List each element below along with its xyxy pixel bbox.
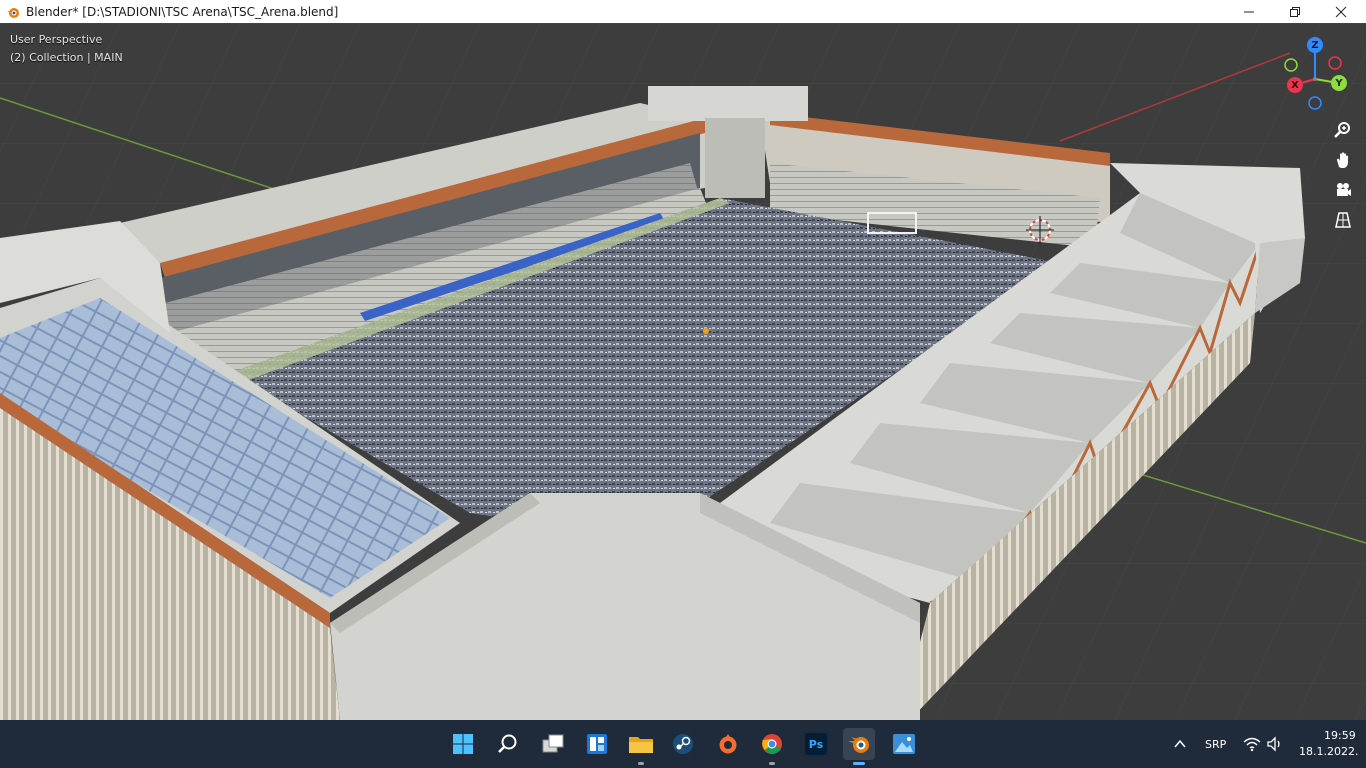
minimize-button[interactable] — [1226, 0, 1272, 23]
3d-viewport[interactable]: User Perspective (2) Collection | MAIN Z… — [0, 23, 1366, 720]
gizmo-x-axis[interactable]: X — [1287, 77, 1303, 93]
photoshop-button[interactable]: Ps — [800, 728, 832, 760]
gizmo-z-axis[interactable]: Z — [1307, 37, 1323, 53]
stadium-scene — [0, 23, 1366, 720]
origin-button[interactable] — [712, 728, 744, 760]
zoom-button[interactable] — [1330, 117, 1356, 143]
search-icon — [498, 734, 517, 753]
steam-icon — [673, 734, 693, 754]
photoshop-icon: Ps — [805, 733, 827, 755]
volume-status[interactable] — [1267, 736, 1285, 752]
widgets-button[interactable] — [581, 728, 613, 760]
title-bar: Blender* [D:\STADIONI\TSC Arena\TSC_Aren… — [0, 0, 1366, 23]
ortho-toggle-button[interactable] — [1330, 207, 1356, 233]
start-button[interactable] — [447, 728, 479, 760]
restore-button[interactable] — [1272, 0, 1318, 23]
widgets-icon — [587, 734, 607, 754]
chevron-up-icon — [1174, 739, 1186, 748]
grid-ortho-icon — [1335, 212, 1351, 228]
camera-view-button[interactable] — [1330, 177, 1356, 203]
chrome-button[interactable] — [756, 728, 788, 765]
blender-button[interactable] — [843, 728, 875, 765]
windows-start-icon — [453, 734, 473, 754]
search-button[interactable] — [492, 728, 524, 760]
gizmo-y-axis[interactable]: Y — [1331, 75, 1347, 91]
language-indicator[interactable]: SRP — [1205, 738, 1226, 751]
close-icon — [1335, 6, 1347, 17]
taskbar: Ps SRP 19:59 18.1.2022. — [0, 720, 1366, 768]
file-explorer-button[interactable] — [625, 728, 657, 765]
speaker-icon — [1267, 736, 1280, 752]
blender-logo-icon — [6, 5, 20, 19]
pan-button[interactable] — [1330, 147, 1356, 173]
chrome-icon — [762, 734, 782, 754]
wifi-status[interactable] — [1243, 736, 1261, 752]
file-explorer-icon — [629, 737, 653, 753]
running-indicator — [769, 762, 775, 765]
steam-button[interactable] — [667, 728, 699, 760]
photos-icon — [893, 734, 915, 754]
tray-overflow-button[interactable] — [1172, 736, 1188, 752]
camera-icon — [1337, 183, 1351, 196]
collection-label: (2) Collection | MAIN — [10, 51, 123, 64]
active-indicator — [853, 762, 865, 765]
clock-time[interactable]: 19:59 — [1324, 729, 1356, 742]
window-title: Blender* [D:\STADIONI\TSC Arena\TSC_Aren… — [26, 4, 339, 19]
photos-button[interactable] — [888, 728, 920, 760]
restore-icon — [1290, 6, 1300, 17]
perspective-label: User Perspective — [10, 33, 103, 46]
zoom-icon — [1334, 122, 1350, 138]
object-origin — [703, 328, 709, 334]
origin-icon — [719, 734, 737, 754]
wifi-icon — [1243, 737, 1261, 752]
navigation-gizmo[interactable]: Z Y X — [1280, 37, 1360, 127]
close-button[interactable] — [1318, 0, 1364, 23]
running-indicator — [638, 762, 644, 765]
minimize-icon — [1244, 11, 1254, 12]
clock-date[interactable]: 18.1.2022. — [1299, 745, 1358, 758]
pan-hand-icon — [1337, 152, 1348, 168]
blender-icon — [848, 737, 869, 753]
task-view-button[interactable] — [537, 728, 569, 760]
task-view-icon — [542, 734, 564, 753]
